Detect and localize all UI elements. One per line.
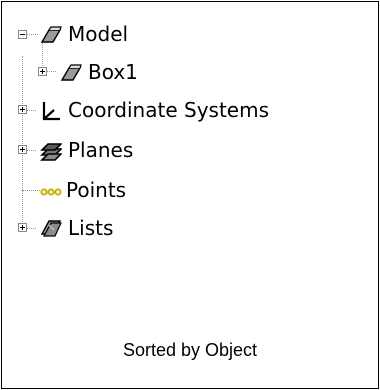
tree-node-points[interactable]: Points	[2, 174, 302, 208]
tree-node-coordinate-systems[interactable]: Coordinate Systems	[2, 94, 362, 128]
expand-toggle[interactable]	[18, 145, 27, 154]
tree-node-planes[interactable]: Planes	[2, 134, 302, 168]
part-icon	[60, 64, 82, 81]
tree-node-label: Points	[66, 178, 127, 202]
collapse-toggle[interactable]	[18, 30, 27, 39]
tree-node-label: Lists	[68, 216, 114, 240]
tree-node-label: Planes	[68, 138, 134, 162]
object-tree-panel: Model Box1 Coordinate Systems Planes Poi…	[1, 1, 379, 389]
tree-node-label: Model	[68, 22, 129, 46]
points-icon	[40, 188, 62, 196]
expand-toggle[interactable]	[18, 105, 27, 114]
sort-caption: Sorted by Object	[122, 340, 258, 360]
expand-toggle[interactable]	[18, 223, 27, 232]
tree-node-lists[interactable]: Lists	[2, 212, 302, 246]
expand-toggle[interactable]	[38, 67, 47, 76]
axis-icon	[42, 102, 60, 121]
tree-node-box1[interactable]: Box1	[2, 56, 302, 90]
part-icon	[40, 26, 62, 43]
planes-icon	[40, 143, 62, 161]
tree-node-model[interactable]: Model	[2, 18, 302, 52]
tree-node-label: Coordinate Systems	[68, 98, 269, 122]
object-tree: Model Box1 Coordinate Systems Planes Poi…	[2, 2, 378, 332]
lists-icon	[40, 220, 62, 237]
tree-node-label: Box1	[88, 60, 138, 84]
